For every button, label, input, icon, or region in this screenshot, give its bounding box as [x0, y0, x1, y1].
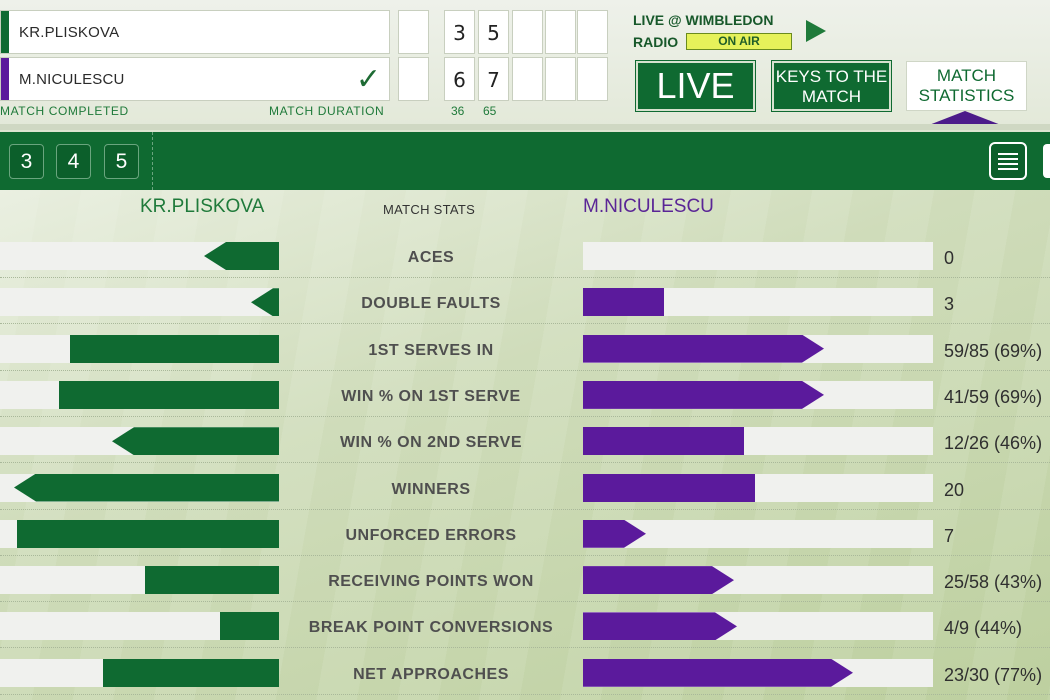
player1-stat-bar	[145, 566, 279, 595]
player2-color-stripe	[1, 58, 9, 100]
player1-row: KR.PLISKOVA	[0, 10, 390, 54]
player2-set1-score: 6	[444, 57, 475, 101]
stat-label: NET APPROACHES	[353, 665, 509, 683]
set-tab-5[interactable]: 5	[104, 144, 139, 179]
stat-row: BREAK POINT CONVERSIONS 4/9 (44%)	[0, 602, 1050, 649]
player2-stat-bar	[583, 427, 744, 456]
player2-bar-track	[583, 242, 933, 270]
player1-color-stripe	[1, 11, 9, 53]
stat-label: WIN % ON 1ST SERVE	[341, 387, 521, 405]
match-statistics-button[interactable]: MATCH STATISTICS	[906, 61, 1027, 111]
set-selector-bar: 3 4 5	[0, 132, 1050, 190]
stat-row: ACES 0	[0, 232, 1050, 278]
player2-set2-score: 7	[478, 57, 509, 101]
player2-stat-value: 12/26 (46%)	[944, 433, 1043, 454]
match-stats-heading: MATCH STATS	[383, 202, 476, 217]
player1-set2-score: 5	[478, 10, 509, 54]
player2-stat-value: 59/85 (69%)	[944, 340, 1043, 361]
player2-stat-bar	[583, 473, 755, 502]
stats-button-line1: MATCH	[936, 66, 997, 85]
player1-set4-score	[545, 10, 576, 54]
set-bar-separator	[152, 132, 153, 190]
radio-title: LIVE @ WIMBLEDON	[633, 12, 774, 28]
stat-label: DOUBLE FAULTS	[361, 295, 501, 313]
match-status: MATCH COMPLETED	[0, 104, 129, 118]
stats-player2-heading: M.NICULESCU	[583, 196, 714, 217]
keys-button-line1: KEYS TO THE	[775, 67, 888, 86]
match-duration-label: MATCH DURATION	[269, 104, 385, 118]
set2-duration: 65	[483, 104, 497, 118]
stat-row: DOUBLE FAULTS 3	[0, 278, 1050, 325]
player1-stat-bar	[112, 427, 279, 456]
stat-label: WIN % ON 2ND SERVE	[339, 434, 523, 452]
player1-bar-track	[0, 288, 279, 317]
stat-row: WINNERS 20	[0, 464, 1050, 510]
player2-stat-value: 4/9 (44%)	[944, 618, 1023, 639]
player1-stat-bar	[59, 380, 279, 409]
player2-serve-cell	[398, 57, 429, 101]
player1-set5-score	[577, 10, 608, 54]
active-tab-pointer	[929, 111, 1001, 125]
radio-label: RADIO	[633, 34, 679, 50]
stat-row: 1ST SERVES IN 59/85 (69%)	[0, 325, 1050, 371]
keys-to-the-match-button[interactable]: KEYS TO THE MATCH	[771, 60, 892, 112]
player2-set3-score	[512, 57, 543, 101]
player2-stat-value: 0	[944, 248, 955, 268]
player1-stat-bar	[17, 519, 279, 548]
player2-stat-bar	[583, 335, 824, 363]
player2-stat-bar	[583, 566, 734, 594]
player1-serve-cell	[398, 10, 429, 54]
player2-row: M.NICULESCU ✓	[0, 57, 390, 101]
next-button-stub[interactable]	[1043, 144, 1050, 178]
player2-stat-value: 41/59 (69%)	[944, 386, 1043, 407]
player2-stat-bar	[583, 659, 853, 687]
keys-button-line2: MATCH	[801, 87, 862, 106]
player1-stat-bar	[103, 658, 279, 687]
stat-label: RECEIVING POINTS WON	[328, 573, 534, 591]
player2-name: M.NICULESCU	[19, 71, 125, 88]
stat-row: UNFORCED ERRORS 7	[0, 510, 1050, 556]
stat-label: ACES	[407, 249, 455, 266]
player2-stat-value: 3	[944, 294, 955, 315]
player2-stat-bar	[583, 612, 737, 640]
player1-set3-score	[512, 10, 543, 54]
play-icon[interactable]	[806, 20, 826, 42]
player2-set4-score	[545, 57, 576, 101]
stats-button-line2: STATISTICS	[918, 86, 1015, 105]
player2-set5-score	[577, 57, 608, 101]
player1-stat-bar	[14, 473, 279, 502]
stat-row: NET APPROACHES 23/30 (77%)	[0, 649, 1050, 695]
stat-label: BREAK POINT CONVERSIONS	[308, 619, 554, 637]
stats-player1-heading: KR.PLISKOVA	[140, 196, 265, 217]
stat-label: UNFORCED ERRORS	[345, 526, 517, 544]
set-tab-3[interactable]: 3	[9, 144, 44, 179]
set-tab-4[interactable]: 4	[56, 144, 91, 179]
player1-stat-bar	[220, 612, 279, 641]
player2-stat-bar	[583, 288, 664, 317]
set1-duration: 36	[451, 104, 465, 118]
live-button[interactable]: LIVE	[635, 60, 756, 112]
player2-stat-value: 23/30 (77%)	[944, 664, 1043, 685]
list-menu-icon[interactable]	[989, 142, 1027, 180]
winner-check-icon: ✓	[355, 62, 381, 97]
stat-row: WIN % ON 2ND SERVE 12/26 (46%)	[0, 417, 1050, 464]
player2-stat-value: 20	[944, 479, 965, 500]
player1-set1-score: 3	[444, 10, 475, 54]
header-divider	[0, 124, 1050, 130]
player2-stat-value: 25/58 (43%)	[944, 572, 1043, 593]
on-air-badge: ON AIR	[686, 33, 792, 50]
stat-label: 1ST SERVES IN	[368, 341, 494, 359]
stat-row: RECEIVING POINTS WON 25/58 (43%)	[0, 556, 1050, 603]
stat-label: WINNERS	[391, 480, 471, 498]
stat-row: WIN % ON 1ST SERVE 41/59 (69%)	[0, 371, 1050, 417]
player2-stat-bar	[583, 381, 824, 409]
player1-name: KR.PLISKOVA	[19, 24, 120, 41]
player1-stat-bar	[70, 334, 279, 363]
player2-stat-value: 7	[944, 525, 955, 546]
